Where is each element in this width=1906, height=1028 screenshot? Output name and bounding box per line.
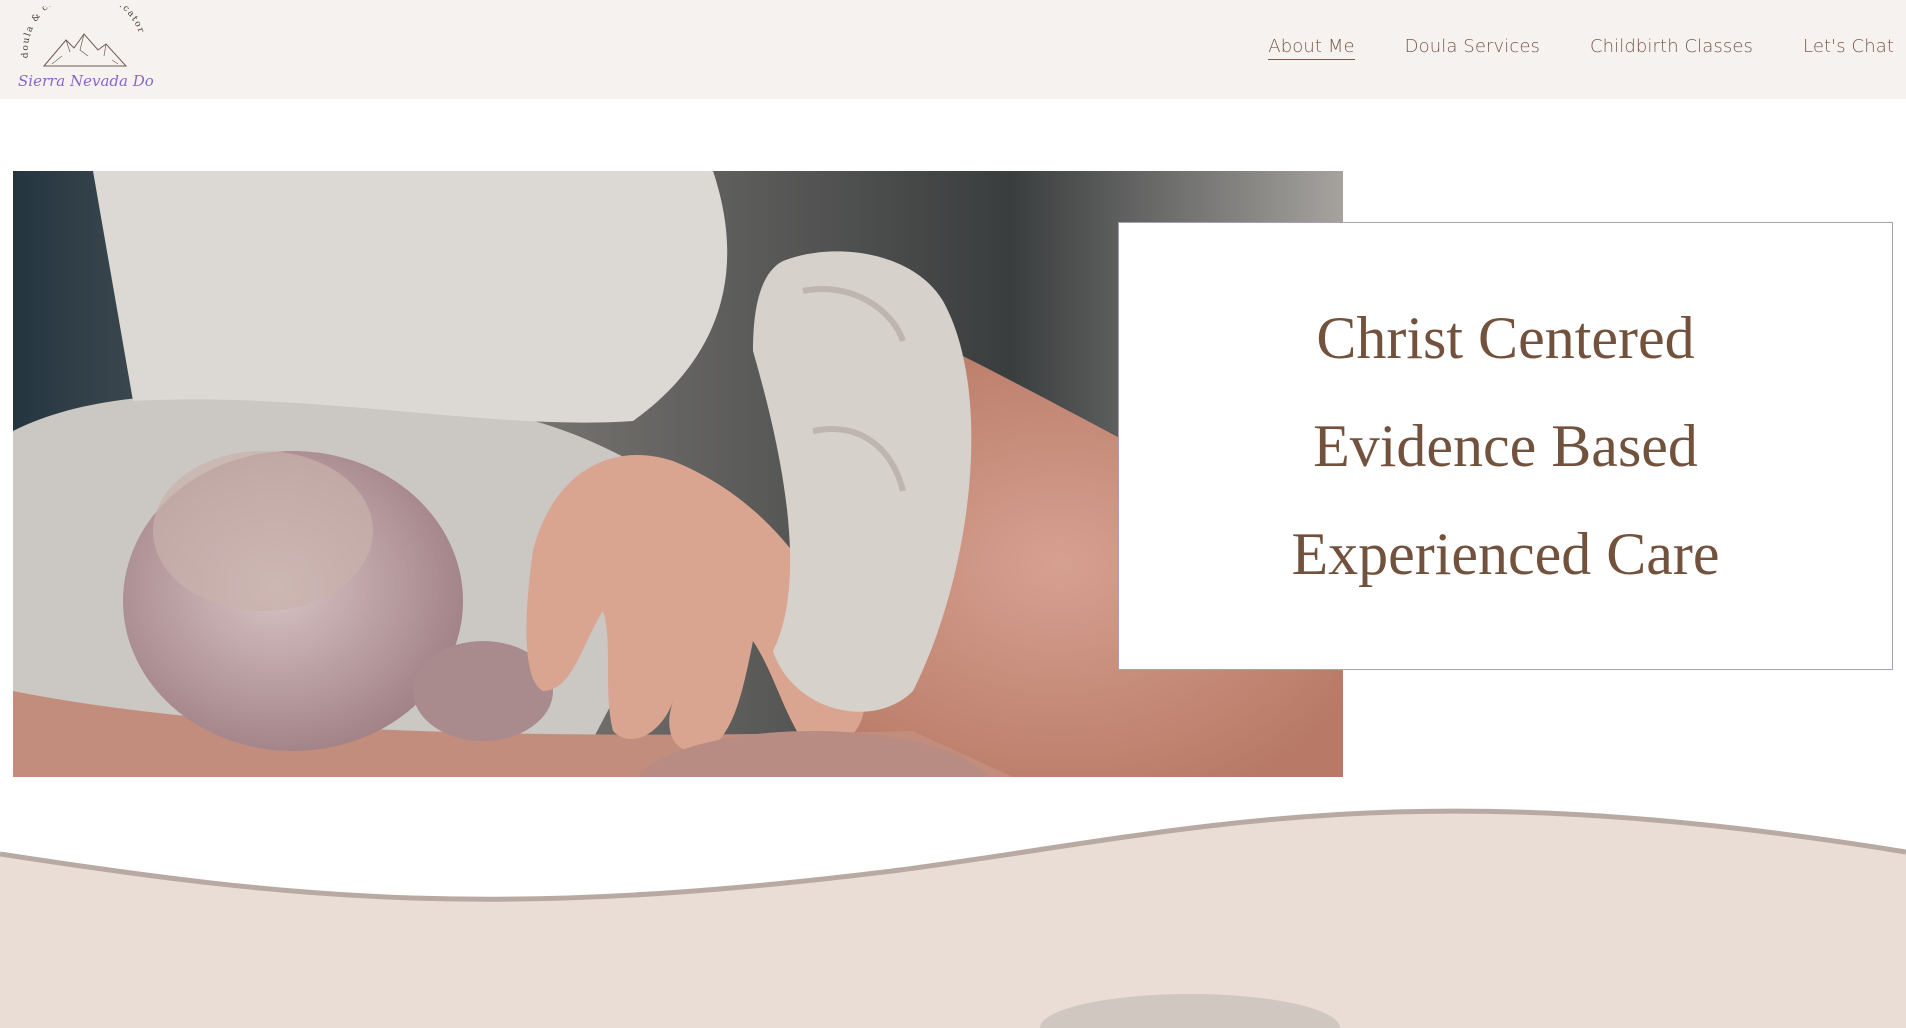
tagline-line-2: Evidence Based — [1313, 413, 1698, 479]
svg-text:doula & childbirth educator: doula & childbirth educator — [21, 6, 147, 58]
nav-doula-services[interactable]: Doula Services — [1405, 36, 1540, 60]
nav-lets-chat[interactable]: Let's Chat — [1803, 36, 1894, 60]
logo-script-name: Sierra Nevada Doula — [18, 72, 154, 90]
nav-childbirth-classes[interactable]: Childbirth Classes — [1590, 36, 1753, 60]
tagline-line-3: Experienced Care — [1291, 521, 1720, 587]
page: doula & childbirth educator Sierra Nevad… — [0, 0, 1906, 1028]
nav-about-me[interactable]: About Me — [1268, 36, 1355, 60]
wave-divider — [0, 780, 1906, 1028]
tagline-line-1: Christ Centered — [1316, 305, 1695, 371]
site-logo[interactable]: doula & childbirth educator Sierra Nevad… — [14, 6, 154, 94]
mountain-logo-icon: doula & childbirth educator Sierra Nevad… — [18, 6, 154, 90]
main-nav: About Me Doula Services Childbirth Class… — [1268, 36, 1894, 60]
tagline-card: Christ Centered Evidence Based Experienc… — [1118, 222, 1893, 670]
site-header: doula & childbirth educator Sierra Nevad… — [0, 0, 1906, 99]
logo-arc-text: doula & childbirth educator — [21, 6, 145, 58]
